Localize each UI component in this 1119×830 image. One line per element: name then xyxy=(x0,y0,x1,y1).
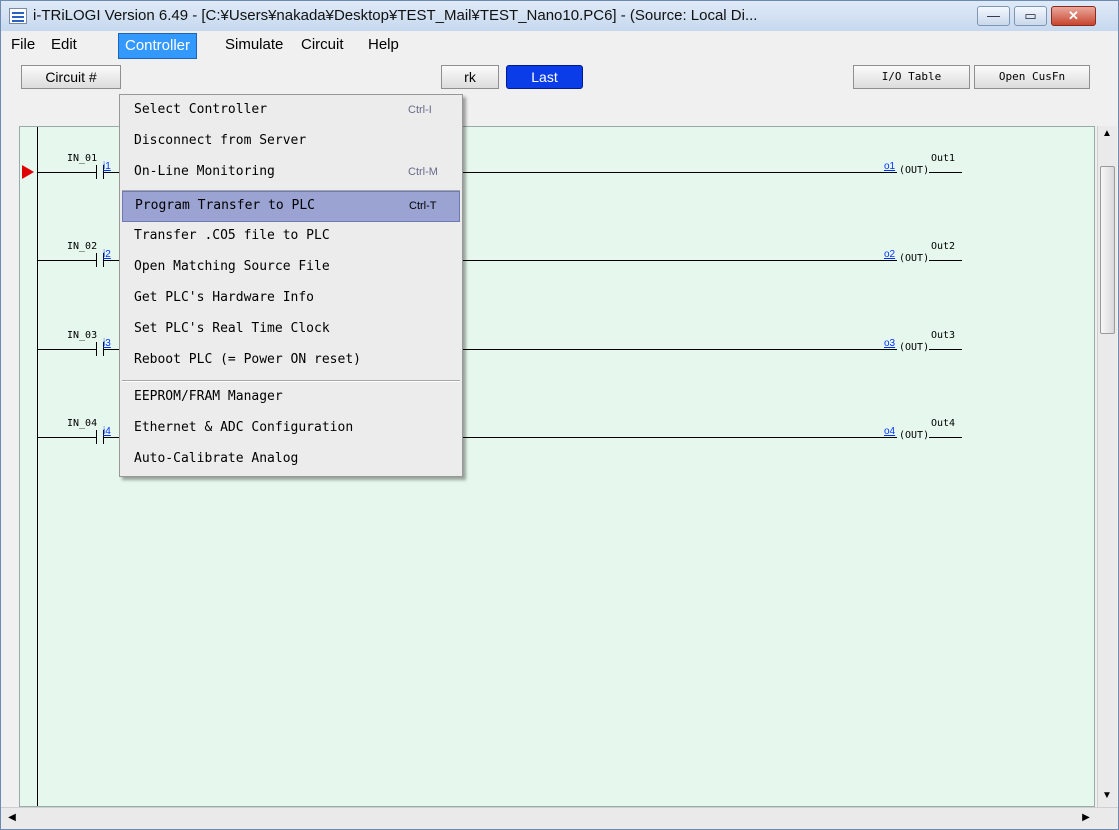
horizontal-scrollbar[interactable]: ◀ ▶ xyxy=(1,807,1118,829)
menu-item-shortcut: Ctrl-T xyxy=(409,200,437,212)
menu-item-open-source[interactable]: Open Matching Source File xyxy=(122,253,460,284)
output-number: o3 xyxy=(884,338,896,349)
maximize-button[interactable]: ▭ xyxy=(1014,6,1047,26)
menu-item-set-clock[interactable]: Set PLC's Real Time Clock xyxy=(122,315,460,346)
output-number: o4 xyxy=(884,426,896,437)
menu-help[interactable]: Help xyxy=(362,31,405,59)
io-table-button[interactable]: I/O Table xyxy=(853,65,970,89)
mark-button[interactable]: rk xyxy=(441,65,499,89)
menu-item-hardware-info[interactable]: Get PLC's Hardware Info xyxy=(122,284,460,315)
input-name: IN_03 xyxy=(67,330,98,341)
menu-item-online-monitoring[interactable]: On-Line Monitoring Ctrl-M xyxy=(122,158,460,189)
menu-item-disconnect[interactable]: Disconnect from Server xyxy=(122,127,460,158)
output-coil[interactable]: (OUT) xyxy=(897,430,930,441)
output-name: Out3 xyxy=(931,330,956,341)
menu-item-reboot-plc[interactable]: Reboot PLC (= Power ON reset) xyxy=(122,346,460,377)
last-button[interactable]: Last xyxy=(506,65,583,89)
output-coil[interactable]: (OUT) xyxy=(897,342,930,353)
menu-item-label: Select Controller xyxy=(134,102,268,117)
menu-file[interactable]: File xyxy=(5,31,41,59)
menu-circuit[interactable]: Circuit xyxy=(295,31,350,59)
input-number: i4 xyxy=(103,426,111,437)
toolbar: Circuit # rk Last I/O Table Open CusFn xyxy=(1,59,1118,93)
scroll-right-icon[interactable]: ▶ xyxy=(1077,812,1095,823)
input-name: IN_01 xyxy=(67,153,98,164)
input-number: i3 xyxy=(103,338,111,349)
output-coil[interactable]: (OUT) xyxy=(897,253,930,264)
menu-item-shortcut: Ctrl-I xyxy=(408,104,432,116)
menu-item-shortcut: Ctrl-M xyxy=(408,166,438,178)
menu-item-label: Program Transfer to PLC xyxy=(135,198,316,213)
menu-item-ethernet-adc[interactable]: Ethernet & ADC Configuration xyxy=(122,414,460,445)
menu-edit[interactable]: Edit xyxy=(45,31,83,59)
close-button[interactable]: ✕ xyxy=(1051,6,1096,26)
menu-item-label: Get PLC's Hardware Info xyxy=(134,290,315,305)
menu-item-label: Transfer .CO5 file to PLC xyxy=(134,228,330,243)
menu-item-label: Open Matching Source File xyxy=(134,259,330,274)
menu-item-transfer-co5[interactable]: Transfer .CO5 file to PLC xyxy=(122,222,460,253)
menu-item-program-transfer[interactable]: Program Transfer to PLC Ctrl-T xyxy=(122,191,460,222)
maximize-icon: ▭ xyxy=(1024,8,1037,23)
scroll-left-icon[interactable]: ◀ xyxy=(3,812,21,823)
output-name: Out4 xyxy=(931,418,956,429)
vertical-scroll-thumb[interactable] xyxy=(1100,166,1115,334)
menu-controller[interactable]: Controller xyxy=(118,33,198,59)
menu-bar: File Edit Controller Simulate Circuit He… xyxy=(1,31,1118,59)
scroll-up-icon[interactable]: ▲ xyxy=(1098,128,1116,139)
menu-item-auto-calibrate[interactable]: Auto-Calibrate Analog xyxy=(122,445,460,476)
scroll-down-icon[interactable]: ▼ xyxy=(1098,790,1116,801)
menu-item-label: EEPROM/FRAM Manager xyxy=(134,389,283,404)
input-name: IN_04 xyxy=(67,418,98,429)
menu-item-label: Disconnect from Server xyxy=(134,133,307,148)
output-number: o1 xyxy=(884,161,896,172)
title-bar: i-TRiLOGI Version 6.49 - [C:¥Users¥nakad… xyxy=(1,1,1118,32)
app-window: i-TRiLOGI Version 6.49 - [C:¥Users¥nakad… xyxy=(0,0,1119,830)
minimize-icon: — xyxy=(987,8,1000,23)
circuit-number-button[interactable]: Circuit # xyxy=(21,65,121,89)
input-number: i2 xyxy=(103,249,111,260)
menu-item-select-controller[interactable]: Select Controller Ctrl-I xyxy=(122,96,460,127)
minimize-button[interactable]: — xyxy=(977,6,1010,26)
controller-menu-dropdown: Select Controller Ctrl-I Disconnect from… xyxy=(119,94,463,477)
current-rung-pointer-icon xyxy=(22,165,34,179)
output-name: Out1 xyxy=(931,153,956,164)
vertical-scrollbar[interactable]: ▲ ▼ xyxy=(1097,126,1117,807)
open-cusfn-button[interactable]: Open CusFn xyxy=(974,65,1090,89)
menu-item-eeprom-manager[interactable]: EEPROM/FRAM Manager xyxy=(122,383,460,414)
input-name: IN_02 xyxy=(67,241,98,252)
input-number: i1 xyxy=(103,161,111,172)
menu-item-label: Auto-Calibrate Analog xyxy=(134,451,299,466)
output-number: o2 xyxy=(884,249,896,260)
menu-item-label: Set PLC's Real Time Clock xyxy=(134,321,330,336)
menu-item-label: Ethernet & ADC Configuration xyxy=(134,420,354,435)
menu-separator xyxy=(122,380,460,382)
window-title: i-TRiLOGI Version 6.49 - [C:¥Users¥nakad… xyxy=(33,7,758,24)
output-coil[interactable]: (OUT) xyxy=(897,165,930,176)
menu-item-label: On-Line Monitoring xyxy=(134,164,275,179)
menu-item-label: Reboot PLC (= Power ON reset) xyxy=(134,352,361,367)
menu-simulate[interactable]: Simulate xyxy=(219,31,289,59)
app-icon xyxy=(9,8,27,24)
output-name: Out2 xyxy=(931,241,956,252)
close-icon: ✕ xyxy=(1068,8,1079,23)
